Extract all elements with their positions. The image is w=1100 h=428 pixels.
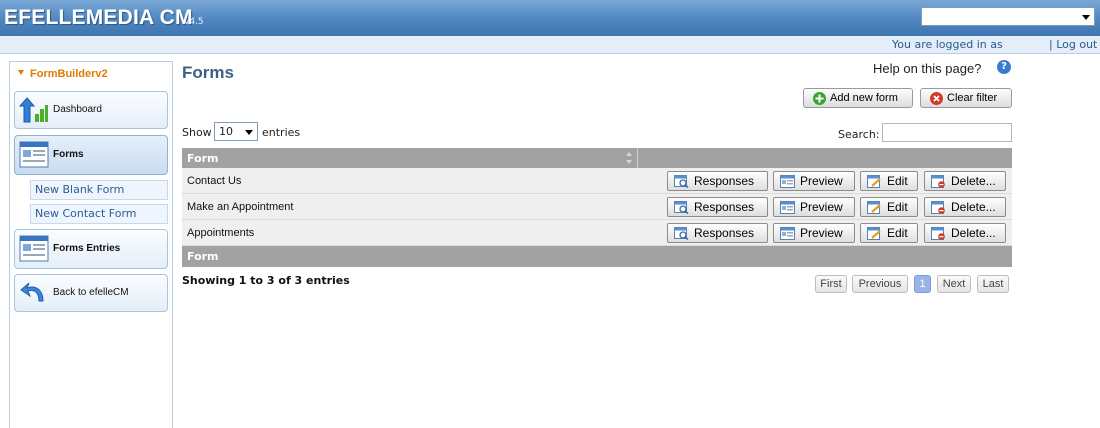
forms-entries-icon <box>19 235 49 262</box>
sidebar: FormBuilderv2 Dashboard Forms New Blank … <box>9 61 173 428</box>
help-icon[interactable]: ? <box>997 60 1011 74</box>
table-info: Showing 1 to 3 of 3 entries <box>182 274 350 287</box>
preview-label: Preview <box>800 226 843 240</box>
edit-label: Edit <box>887 200 908 214</box>
entries-label: entries <box>262 126 301 139</box>
table-row: Make an Appointment Responses Preview Ed… <box>182 194 1012 220</box>
table-row: Appointments Responses Preview Edit Dele… <box>182 220 1012 246</box>
top-header: EFELLEMEDIA CM v4.5 <box>0 0 1100 36</box>
chevron-down-icon <box>245 130 253 135</box>
table-header: Form <box>182 148 1012 168</box>
x-glyph-icon <box>933 95 940 102</box>
site-select[interactable] <box>921 7 1095 26</box>
edit-label: Edit <box>887 226 908 240</box>
column-header-form[interactable]: Form <box>187 152 219 165</box>
sidebar-module-label: FormBuilderv2 <box>30 68 108 80</box>
preview-label: Preview <box>800 200 843 214</box>
preview-icon <box>780 201 795 214</box>
form-name: Contact Us <box>187 175 242 187</box>
edit-label: Edit <box>887 174 908 188</box>
responses-label: Responses <box>694 226 755 240</box>
delete-icon <box>931 175 945 188</box>
form-name: Appointments <box>187 227 255 239</box>
clear-filter-button[interactable]: Clear filter <box>920 88 1012 108</box>
entries-per-page-select[interactable]: 10 <box>214 122 258 141</box>
pagination-last[interactable]: Last <box>977 275 1009 293</box>
responses-button[interactable]: Responses <box>667 223 768 243</box>
delete-button[interactable]: Delete... <box>924 223 1006 243</box>
responses-button[interactable]: Responses <box>667 171 768 191</box>
pagination-previous[interactable]: Previous <box>852 275 908 293</box>
column-footer-form: Form <box>187 250 219 263</box>
forms-table: Form Contact Us Responses Preview Edit D… <box>182 148 1012 267</box>
form-name: Make an Appointment <box>187 201 294 213</box>
sidebar-item-label: Dashboard <box>53 104 102 115</box>
search-input[interactable] <box>882 123 1012 142</box>
delete-label: Delete... <box>951 174 996 188</box>
sidebar-subitem-new-contact-form[interactable]: New Contact Form <box>30 204 168 224</box>
back-arrow-icon <box>20 282 44 302</box>
responses-icon <box>674 201 689 214</box>
pagination-next[interactable]: Next <box>937 275 971 293</box>
add-new-form-button[interactable]: Add new form <box>803 88 913 108</box>
sidebar-item-forms-entries[interactable]: Forms Entries <box>14 229 168 269</box>
preview-button[interactable]: Preview <box>773 171 855 191</box>
sidebar-subitem-new-blank-form[interactable]: New Blank Form <box>30 180 168 200</box>
delete-button[interactable]: Delete... <box>924 197 1006 217</box>
expand-triangle-icon <box>18 70 24 75</box>
delete-label: Delete... <box>951 226 996 240</box>
preview-label: Preview <box>800 174 843 188</box>
add-new-form-label: Add new form <box>830 92 898 104</box>
sidebar-item-label: Forms Entries <box>53 243 121 254</box>
delete-icon <box>931 227 945 240</box>
edit-icon <box>867 175 881 188</box>
logout-link[interactable]: | Log out <box>1049 38 1097 51</box>
preview-button[interactable]: Preview <box>773 197 855 217</box>
clear-filter-label: Clear filter <box>947 92 998 104</box>
show-label: Show <box>182 126 212 139</box>
table-row: Contact Us Responses Preview Edit Delete… <box>182 168 1012 194</box>
responses-icon <box>674 175 689 188</box>
delete-label: Delete... <box>951 200 996 214</box>
preview-icon <box>780 175 795 188</box>
sort-icon[interactable] <box>625 151 633 165</box>
app-title: EFELLEMEDIA CM <box>4 6 193 29</box>
sidebar-item-label: Forms <box>53 149 84 160</box>
help-link[interactable]: Help on this page? <box>873 61 981 76</box>
sidebar-item-label: Back to efelleCM <box>53 287 129 298</box>
app-version: v4.5 <box>184 17 204 27</box>
entries-per-page-value: 10 <box>219 125 233 138</box>
responses-label: Responses <box>694 174 755 188</box>
column-divider <box>637 148 638 168</box>
forms-icon <box>19 141 49 168</box>
page-title: Forms <box>182 63 234 82</box>
delete-icon <box>931 201 945 214</box>
table-footer: Form <box>182 246 1012 267</box>
dashboard-icon <box>19 97 48 123</box>
edit-button[interactable]: Edit <box>860 223 918 243</box>
logged-in-text: You are logged in as <box>892 38 1003 51</box>
sidebar-item-back[interactable]: Back to efelleCM <box>14 274 168 312</box>
sidebar-item-forms[interactable]: Forms <box>14 135 168 175</box>
responses-icon <box>674 227 689 240</box>
preview-button[interactable]: Preview <box>773 223 855 243</box>
sidebar-item-dashboard[interactable]: Dashboard <box>14 91 168 129</box>
plus-glyph-icon <box>815 94 824 103</box>
edit-button[interactable]: Edit <box>860 197 918 217</box>
pagination-page-current[interactable]: 1 <box>914 275 931 293</box>
responses-label: Responses <box>694 200 755 214</box>
sidebar-module-title[interactable]: FormBuilderv2 <box>18 68 108 80</box>
edit-button[interactable]: Edit <box>860 171 918 191</box>
edit-icon <box>867 227 881 240</box>
search-label: Search: <box>838 128 880 141</box>
delete-button[interactable]: Delete... <box>924 171 1006 191</box>
preview-icon <box>780 227 795 240</box>
responses-button[interactable]: Responses <box>667 197 768 217</box>
pagination-first[interactable]: First <box>815 275 847 293</box>
chevron-down-icon <box>1082 15 1090 20</box>
login-bar: You are logged in as | Log out <box>0 36 1100 54</box>
edit-icon <box>867 201 881 214</box>
